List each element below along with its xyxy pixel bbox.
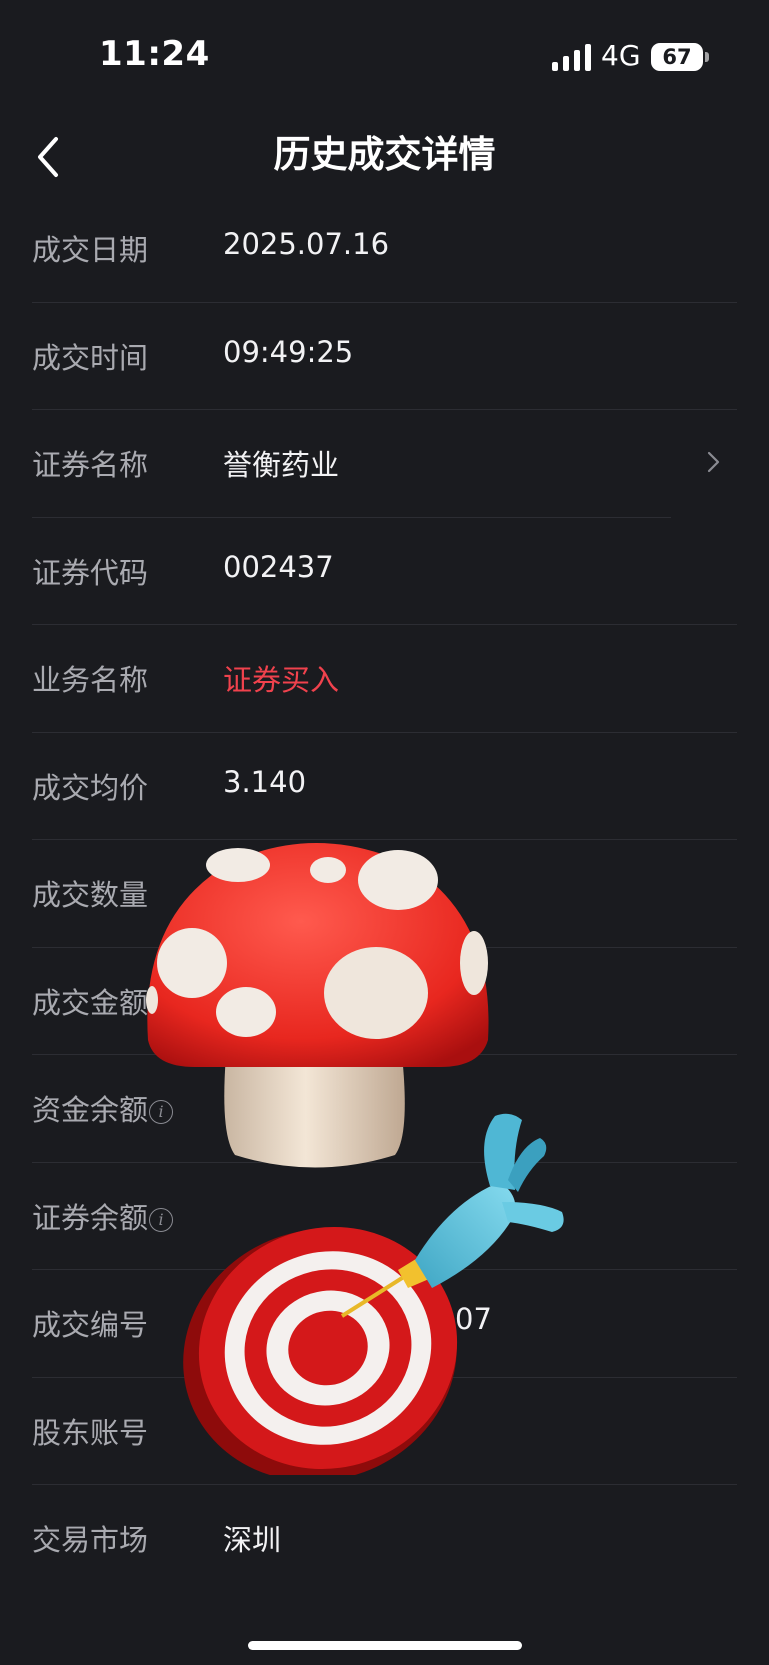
row-label: 成交数量 [32, 878, 149, 912]
row-average-price: 成交均价 3.140 [0, 733, 769, 840]
page-title: 历史成交详情 [273, 133, 496, 176]
row-label-text: 证券余额 [32, 1200, 149, 1235]
row-label: 业务名称 [32, 663, 149, 697]
row-value: 2025.07.16 [223, 227, 390, 261]
row-label: 成交日期 [32, 233, 149, 267]
battery-level: 67 [662, 45, 692, 69]
row-security-code: 证券代码 002437 [0, 518, 769, 625]
row-security-name[interactable]: 证券名称 誉衡药业 [0, 410, 769, 518]
battery-icon: 67 [651, 43, 703, 71]
chevron-right-icon [707, 451, 720, 473]
row-business-name: 业务名称 证券买入 [0, 625, 769, 733]
row-label: 交易市场 [32, 1523, 149, 1557]
row-value: 09:49:25 [223, 334, 354, 369]
row-trade-date: 成交日期 2025.07.16 [0, 195, 769, 303]
row-value: 证券买入 [223, 663, 340, 697]
dart-target-sticker [183, 1113, 564, 1475]
cellular-signal-icon [552, 43, 592, 71]
row-value: 深圳 [223, 1523, 282, 1557]
navigation-bar: 历史成交详情 [0, 110, 769, 195]
row-label: 成交金额 [32, 985, 149, 1020]
row-market: 交易市场 深圳 [0, 1485, 769, 1593]
row-label: 成交均价 [32, 770, 149, 805]
row-label: 股东账号 [32, 1415, 149, 1450]
status-time: 11:24 [99, 34, 210, 74]
row-value: 002437 [223, 549, 334, 584]
status-bar: 11:24 4G 67 [0, 0, 769, 110]
home-indicator[interactable] [248, 1641, 522, 1650]
row-value: 誉衡药业 [223, 448, 340, 482]
battery-cap [705, 52, 709, 62]
row-label: 证券代码 [32, 555, 149, 590]
row-label: 成交时间 [32, 340, 149, 375]
row-value: 3.140 [223, 764, 307, 799]
row-label: 证券名称 [32, 448, 149, 482]
row-label: 证券余额 i [32, 1195, 174, 1237]
row-label-text: 资金余额 [32, 1093, 149, 1127]
row-label: 成交编号 [32, 1308, 149, 1342]
row-trade-time: 成交时间 09:49:25 [0, 303, 769, 410]
network-type: 4G [601, 39, 641, 72]
